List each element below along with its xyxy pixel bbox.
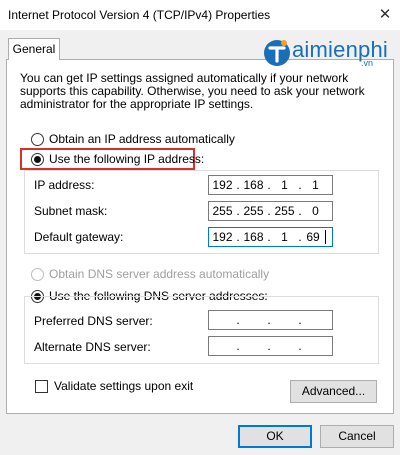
obtain-ip-auto-label: Obtain an IP address automatically <box>49 132 235 146</box>
watermark-domain: .vn <box>361 58 374 68</box>
ok-button[interactable]: OK <box>238 425 312 448</box>
description-text: You can get IP settings assigned automat… <box>20 71 365 111</box>
alternate-dns-label: Alternate DNS server: <box>34 340 151 354</box>
preferred-dns-field[interactable]: . . . <box>208 310 333 330</box>
taimienphi-logo-icon <box>264 40 290 66</box>
subnet-mask-field[interactable]: 255. 255. 255. 0 <box>208 201 333 221</box>
radio-icon[interactable] <box>31 152 44 166</box>
watermark-text: aimienphi <box>292 37 388 62</box>
subnet-mask-label: Subnet mask: <box>34 204 108 218</box>
obtain-ip-auto-option[interactable]: Obtain an IP address automatically <box>31 131 235 147</box>
checkbox-icon[interactable] <box>35 379 48 393</box>
advanced-button[interactable]: Advanced... <box>290 380 377 403</box>
close-icon[interactable]: ✕ <box>376 6 394 24</box>
obtain-dns-auto-label: Obtain DNS server address automatically <box>49 267 270 281</box>
ip-address-field[interactable]: 192. 168. 1. 1 <box>208 175 333 195</box>
use-following-ip-label: Use the following IP address: <box>49 152 205 166</box>
radio-icon[interactable] <box>31 132 44 146</box>
validate-settings-option[interactable]: Validate settings upon exit <box>35 378 193 394</box>
preferred-dns-label: Preferred DNS server: <box>34 314 153 328</box>
default-gateway-label: Default gateway: <box>34 230 124 244</box>
obtain-dns-auto-option[interactable]: Obtain DNS server address automatically <box>31 266 269 282</box>
ip-address-label: IP address: <box>34 178 95 192</box>
text-caret <box>325 230 326 244</box>
radio-icon[interactable] <box>31 267 44 281</box>
alternate-dns-field[interactable]: . . . <box>208 336 333 356</box>
use-following-ip-option[interactable]: Use the following IP address: <box>31 151 204 167</box>
tab-general[interactable]: General <box>8 38 60 60</box>
cancel-button[interactable]: Cancel <box>320 425 394 448</box>
window-title: Internet Protocol Version 4 (TCP/IPv4) P… <box>8 8 271 22</box>
default-gateway-field[interactable]: 192. 168. 1. 69 <box>208 227 333 247</box>
validate-settings-label: Validate settings upon exit <box>54 379 194 393</box>
